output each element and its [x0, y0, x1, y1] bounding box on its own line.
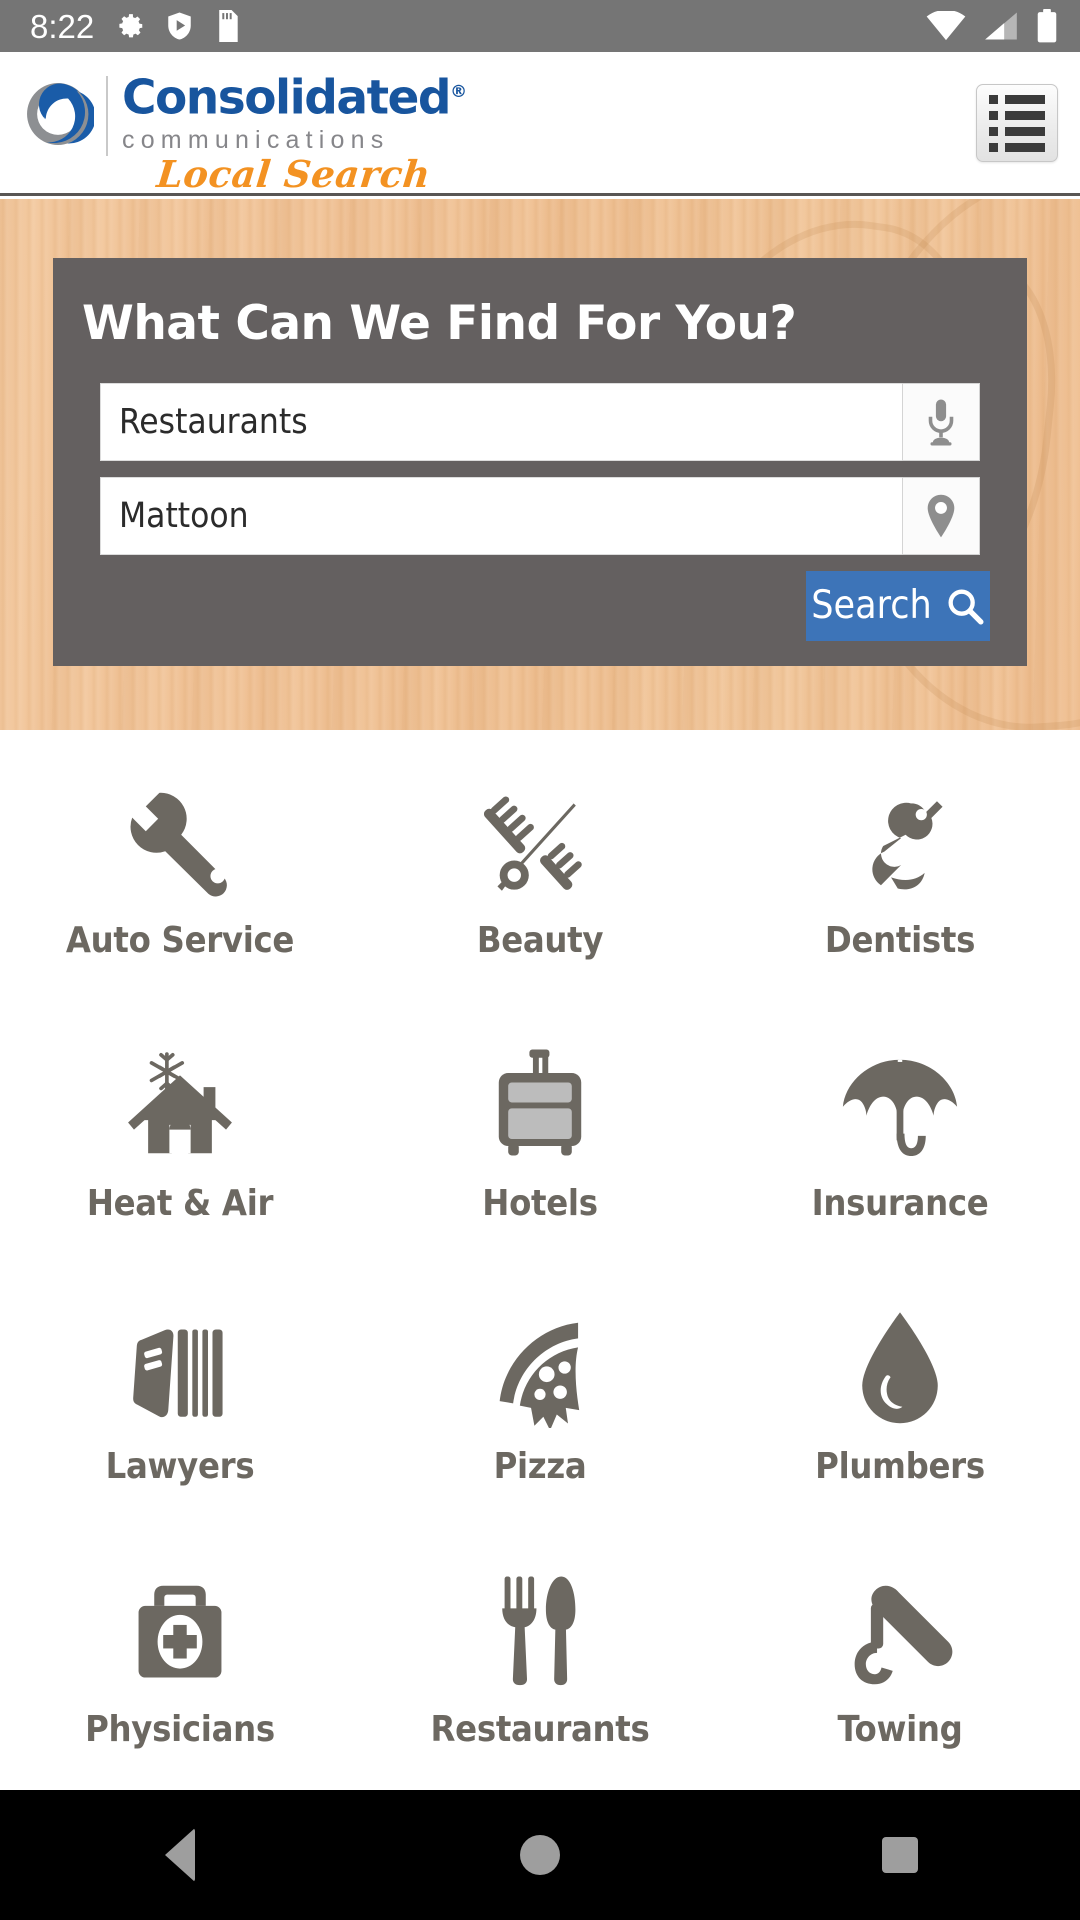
- category-hotels[interactable]: Hotels: [360, 1001, 720, 1264]
- wrench-icon: [121, 778, 239, 902]
- cellular-signal-icon: [985, 12, 1017, 40]
- category-dentists[interactable]: Dentists: [720, 738, 1080, 1001]
- category-lawyers[interactable]: Lawyers: [0, 1264, 360, 1527]
- logo-tagline: Local Search: [154, 151, 433, 196]
- status-bar-system-icons: [926, 9, 1058, 43]
- consolidated-swirl-icon: [27, 83, 94, 145]
- category-label: Restaurants: [430, 1709, 650, 1750]
- logo-registered-mark: ®: [450, 82, 467, 102]
- category-physicians[interactable]: Physicians: [0, 1527, 360, 1790]
- category-label: Plumbers: [815, 1446, 985, 1487]
- category-heat-and-air[interactable]: Heat & Air: [0, 1001, 360, 1264]
- nav-recents-button[interactable]: [810, 1790, 990, 1920]
- dental-drill-icon: [844, 778, 956, 902]
- category-pizza[interactable]: Pizza: [360, 1264, 720, 1527]
- back-triangle-icon: [165, 1828, 195, 1882]
- fork-knife-icon: [490, 1567, 590, 1691]
- search-panel: What Can We Find For You? Restaurants Ma…: [53, 258, 1027, 666]
- water-drop-icon: [850, 1304, 950, 1428]
- category-label: Physicians: [85, 1709, 275, 1750]
- category-label: Auto Service: [65, 920, 295, 961]
- magnifier-icon: [948, 589, 984, 625]
- logo-wordmark: Consolidated® communications Local Searc…: [122, 66, 467, 196]
- what-search-input[interactable]: Restaurants: [100, 383, 902, 461]
- android-navigation-bar: [0, 1790, 1080, 1920]
- nav-home-button[interactable]: [450, 1790, 630, 1920]
- category-plumbers[interactable]: Plumbers: [720, 1264, 1080, 1527]
- category-auto-service[interactable]: Auto Service: [0, 738, 360, 1001]
- home-circle-icon: [520, 1835, 560, 1875]
- hero-wood-background: What Can We Find For You? Restaurants Ma…: [0, 199, 1080, 730]
- recents-square-icon: [882, 1837, 918, 1873]
- search-panel-title: What Can We Find For You?: [82, 296, 797, 351]
- category-towing[interactable]: Towing: [720, 1527, 1080, 1790]
- category-restaurants[interactable]: Restaurants: [360, 1527, 720, 1790]
- brand-logo[interactable]: Consolidated® communications Local Searc…: [22, 66, 467, 196]
- category-label: Insurance: [811, 1183, 989, 1224]
- app-header: Consolidated® communications Local Searc…: [0, 52, 1080, 196]
- category-label: Dentists: [824, 920, 976, 961]
- menu-list-icon: [989, 94, 1045, 152]
- voice-search-button[interactable]: [902, 383, 980, 461]
- status-bar-clock: 8:22: [30, 7, 95, 45]
- category-label: Towing: [837, 1709, 963, 1750]
- wifi-icon: [926, 11, 966, 41]
- category-label: Heat & Air: [86, 1183, 274, 1224]
- medical-bag-icon: [127, 1567, 233, 1691]
- what-search-row: Restaurants: [100, 383, 980, 461]
- category-label: Hotels: [482, 1183, 598, 1224]
- search-submit-button[interactable]: Search: [806, 571, 990, 641]
- comb-brush-icon: [484, 778, 596, 902]
- category-grid: Auto Service Beauty Dentists Heat & Air …: [0, 730, 1080, 1790]
- suitcase-icon: [487, 1041, 593, 1165]
- status-bar: 8:22: [0, 0, 1080, 52]
- status-bar-notification-icons: [116, 10, 239, 42]
- gear-icon: [119, 14, 143, 38]
- category-label: Pizza: [493, 1446, 587, 1487]
- logo-subbrand-text: communications: [122, 125, 390, 154]
- search-button-label: Search: [811, 583, 932, 628]
- battery-icon: [1037, 9, 1057, 43]
- pizza-slice-icon: [484, 1304, 596, 1428]
- microphone-icon: [928, 399, 954, 446]
- play-protect-shield-icon: [168, 12, 191, 40]
- where-search-row: Mattoon: [100, 477, 980, 555]
- nav-back-button[interactable]: [90, 1790, 270, 1920]
- house-snowflake-icon: [121, 1041, 239, 1165]
- menu-button[interactable]: [976, 84, 1058, 162]
- category-beauty[interactable]: Beauty: [360, 738, 720, 1001]
- logo-divider: [106, 76, 108, 156]
- category-label: Lawyers: [105, 1446, 255, 1487]
- category-label: Beauty: [476, 920, 604, 961]
- sd-card-icon: [219, 10, 238, 42]
- category-insurance[interactable]: Insurance: [720, 1001, 1080, 1264]
- law-books-icon: [124, 1304, 236, 1428]
- location-pin-icon: [927, 494, 955, 538]
- umbrella-icon: [838, 1041, 962, 1165]
- logo-brand-text: Consolidated: [122, 70, 452, 126]
- tow-hook-icon: [841, 1567, 959, 1691]
- use-my-location-button[interactable]: [902, 477, 980, 555]
- where-search-input[interactable]: Mattoon: [100, 477, 902, 555]
